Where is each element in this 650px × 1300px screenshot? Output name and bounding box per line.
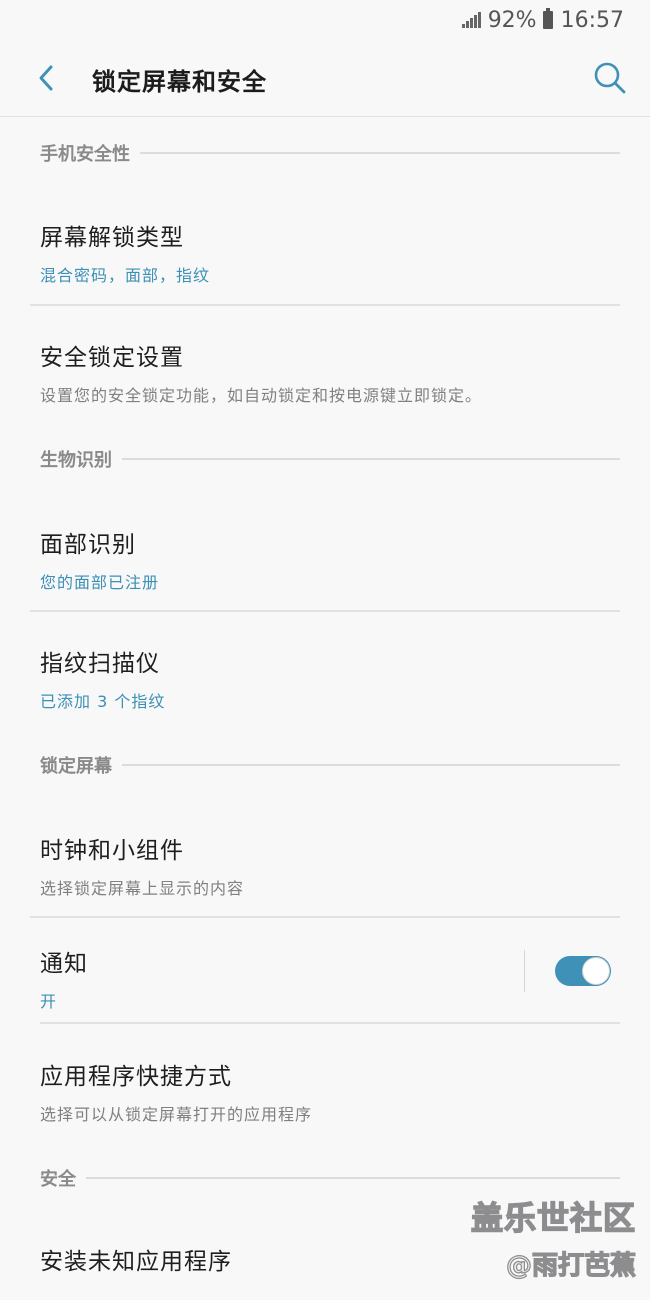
setting-clock-widgets[interactable]: 时钟和小组件 选择锁定屏幕上显示的内容 <box>40 831 620 899</box>
battery-percent: 92% <box>487 7 537 33</box>
setting-app-shortcuts[interactable]: 应用程序快捷方式 选择可以从锁定屏幕打开的应用程序 <box>40 1057 620 1125</box>
section-header-biometrics: 生物识别 <box>40 446 620 472</box>
toggle-knob <box>582 957 610 985</box>
setting-subtitle: 设置您的安全锁定功能，如自动锁定和按电源键立即锁定。 <box>40 386 483 405</box>
section-header-phone-security: 手机安全性 <box>40 140 620 166</box>
section-label: 生物识别 <box>40 450 112 471</box>
divider <box>30 610 620 612</box>
divider <box>40 1022 620 1024</box>
signal-icon <box>461 12 482 28</box>
setting-notifications[interactable]: 通知 开 <box>40 944 500 1012</box>
watermark-brand: 盖乐世社区 <box>470 1198 636 1238</box>
section-header-security: 安全 <box>40 1165 620 1191</box>
setting-title: 时钟和小组件 <box>40 838 184 864</box>
setting-secure-lock[interactable]: 安全锁定设置 设置您的安全锁定功能，如自动锁定和按电源键立即锁定。 <box>40 338 620 406</box>
chevron-left-icon <box>39 65 53 91</box>
divider <box>30 304 620 306</box>
setting-face-recognition[interactable]: 面部识别 您的面部已注册 <box>40 525 620 593</box>
setting-title: 应用程序快捷方式 <box>40 1064 232 1090</box>
setting-screen-lock-type[interactable]: 屏幕解锁类型 混合密码，面部，指纹 <box>40 218 620 286</box>
watermark: 盖乐世社区 @雨打芭蕉 <box>470 1193 636 1282</box>
search-button[interactable] <box>590 58 630 98</box>
divider <box>30 916 620 918</box>
section-header-lock-screen: 锁定屏幕 <box>40 752 620 778</box>
setting-subtitle: 混合密码，面部，指纹 <box>40 266 211 285</box>
setting-title: 屏幕解锁类型 <box>40 225 184 251</box>
section-divider <box>140 152 620 154</box>
setting-title: 指纹扫描仪 <box>40 651 160 677</box>
setting-title: 安全锁定设置 <box>40 345 184 371</box>
setting-subtitle: 已添加 3 个指纹 <box>40 692 166 711</box>
section-divider <box>86 1177 620 1179</box>
section-label: 手机安全性 <box>40 144 130 165</box>
setting-title: 面部识别 <box>40 532 136 558</box>
setting-subtitle: 选择可以从锁定屏幕打开的应用程序 <box>40 1105 313 1124</box>
setting-subtitle: 您的面部已注册 <box>40 573 160 592</box>
setting-title: 通知 <box>40 951 88 977</box>
toggle-separator <box>524 950 525 992</box>
watermark-user: @雨打芭蕉 <box>505 1250 636 1281</box>
page-title: 锁定屏幕和安全 <box>92 68 267 96</box>
setting-fingerprint-scanner[interactable]: 指纹扫描仪 已添加 3 个指纹 <box>40 644 620 712</box>
setting-subtitle: 开 <box>40 992 58 1011</box>
setting-subtitle: 选择锁定屏幕上显示的内容 <box>40 879 245 898</box>
section-divider <box>122 764 620 766</box>
section-label: 锁定屏幕 <box>40 756 112 777</box>
status-bar: 92% 16:57 <box>0 0 650 40</box>
section-divider <box>122 458 620 460</box>
notifications-toggle[interactable] <box>555 956 611 986</box>
back-button[interactable] <box>26 58 66 98</box>
app-bar: 锁定屏幕和安全 <box>0 40 650 117</box>
section-label: 安全 <box>40 1169 76 1190</box>
search-icon <box>594 62 626 94</box>
clock-time: 16:57 <box>560 7 624 33</box>
battery-icon <box>542 8 553 29</box>
